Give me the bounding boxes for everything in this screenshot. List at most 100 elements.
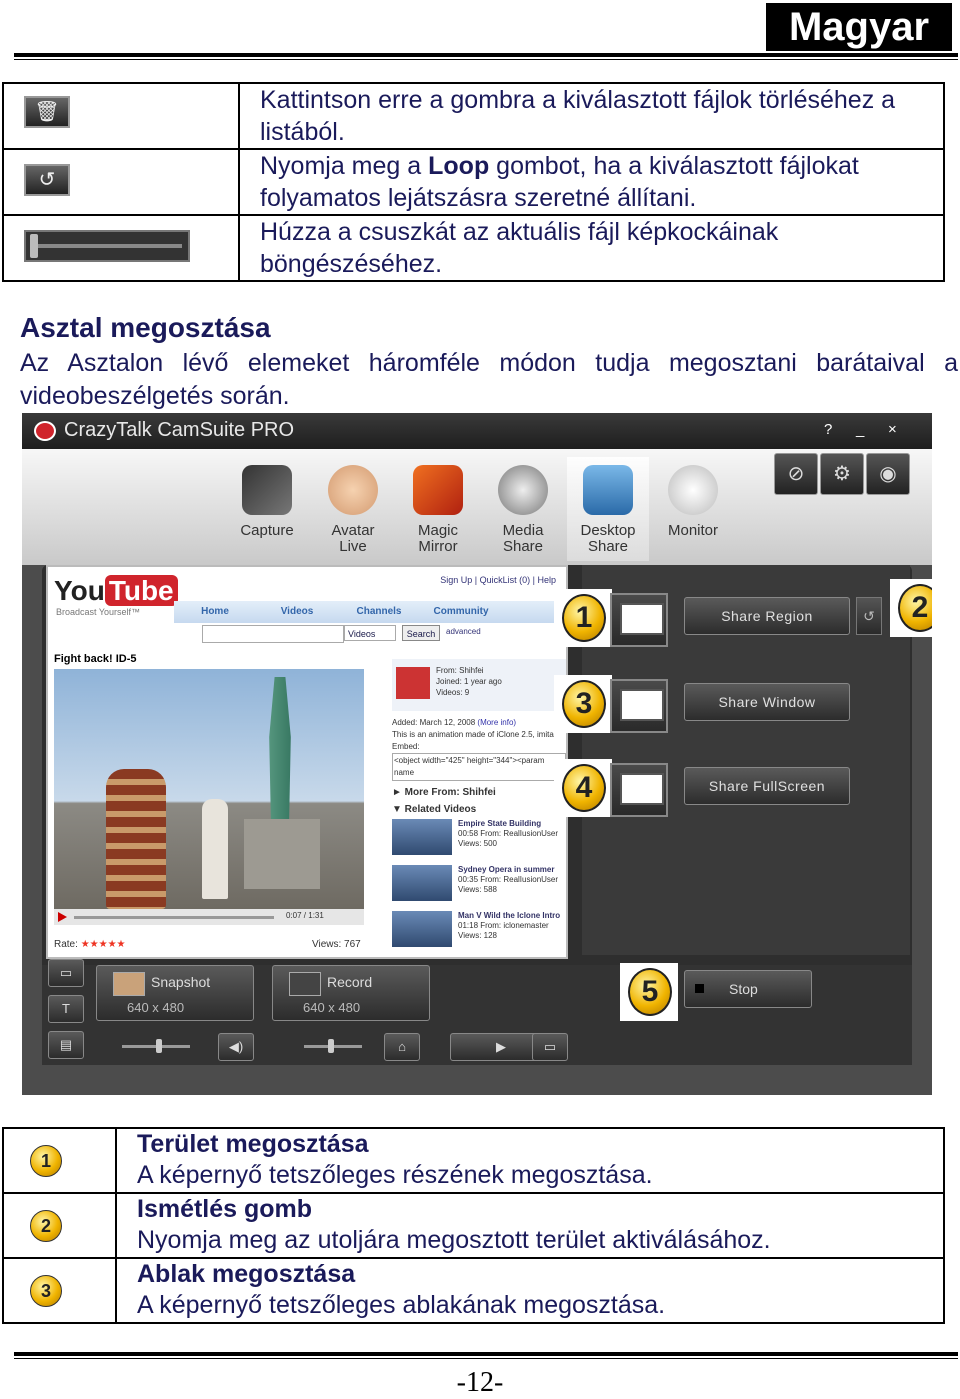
avatar-icon [328, 465, 378, 515]
video-sidebar: From: Shihfei Joined: 1 year ago Videos: 9… [392, 659, 566, 953]
tool-avatar-live[interactable]: Avatar Live [312, 457, 394, 561]
gear-icon[interactable]: ⚙ [820, 453, 864, 495]
search-input[interactable] [202, 625, 344, 643]
tool-label: Capture [240, 522, 294, 539]
nav-videos[interactable]: Videos [256, 601, 338, 623]
table-row: 3 Ablak megosztása A képernyő tetszőleges… [2, 1257, 945, 1324]
marker-3: 3 [562, 680, 606, 728]
share-region-button[interactable]: Share Region [684, 597, 850, 635]
marker-legend-table: 1 Terület megosztása A képernyő tetszőleg… [2, 1127, 945, 1324]
record-button[interactable]: Record 640 x 480 [272, 965, 430, 1021]
mask-icon [413, 465, 463, 515]
description: Terület megosztása A képernyő tetszőleges… [115, 1127, 945, 1194]
speaker-icon[interactable]: ◀) [218, 1033, 254, 1061]
minimize-button[interactable]: _ [856, 421, 864, 438]
video-controls: 0:07 / 1:31 [54, 909, 364, 925]
film-reel-icon [498, 465, 548, 515]
nav-channels[interactable]: Channels [338, 601, 420, 623]
icon-cell: ↺ [2, 148, 240, 216]
icon-cell: 2 [2, 1192, 117, 1259]
section-title: Asztal megosztása [20, 312, 271, 343]
tool-label: Monitor [667, 522, 719, 539]
controls-table: 🗑 Kattintson erre a gombra a kiválasztot… [2, 82, 945, 282]
statue-figure [269, 677, 291, 827]
loop-keyword: Loop [428, 152, 490, 180]
icon-cell: 1 [2, 1127, 117, 1194]
views-count: Views: 767 [312, 939, 361, 950]
tool-media-share[interactable]: Media Share [482, 457, 564, 561]
description: Ismétlés gomb Nyomja meg az utoljára mego… [115, 1192, 945, 1259]
volume-knob[interactable] [156, 1039, 162, 1053]
embed-field[interactable]: <object width="425" height="344"><param … [392, 753, 566, 781]
stop-button[interactable]: Stop [684, 970, 812, 1008]
search-button[interactable]: Search [402, 625, 440, 641]
mic-knob[interactable] [328, 1039, 334, 1053]
video-source-icon[interactable]: ▭ [48, 959, 84, 987]
icon-cell: 🗑 [2, 82, 240, 150]
gallery-icon[interactable]: ▤ [48, 1031, 84, 1059]
nav-home[interactable]: Home [174, 601, 256, 623]
audio-settings-icon[interactable]: ⌂ [384, 1033, 420, 1061]
tool-desktop-share[interactable]: Desktop Share [567, 457, 649, 561]
app-logo-icon [34, 421, 56, 441]
marker-1-icon: 1 [30, 1145, 62, 1177]
help-button[interactable]: ? [824, 421, 832, 438]
close-button[interactable]: × [888, 421, 897, 438]
text-tool-icon[interactable]: T [48, 995, 84, 1023]
desktop-icon [583, 465, 633, 515]
bottom-rule-thin [14, 1358, 958, 1359]
list-item[interactable]: Sydney Opera in summer 00:35 From: RealIu… [392, 865, 566, 907]
webcam-icon[interactable]: ◉ [866, 453, 910, 495]
stop-icon [695, 984, 704, 993]
youtube-tagline: Broadcast Yourself™ [56, 607, 141, 617]
man-figure [106, 769, 166, 909]
share-window-button[interactable]: Share Window [684, 683, 850, 721]
table-row: 2 Ismétlés gomb Nyomja meg az utoljára me… [2, 1192, 945, 1259]
tool-label: Desktop Share [580, 522, 636, 555]
no-camera-icon[interactable]: ⊘ [774, 453, 818, 495]
repeat-share-button[interactable]: ↺ [856, 597, 882, 635]
related-videos[interactable]: ▼ Related Videos [392, 804, 566, 815]
share-fullscreen-icon[interactable] [610, 763, 668, 817]
icon-cell [2, 214, 240, 282]
snapshot-button[interactable]: Snapshot 640 x 480 [96, 965, 254, 1021]
video-progress[interactable] [74, 916, 274, 919]
list-item[interactable]: Empire State Building 00:58 From: RealIus… [392, 819, 566, 861]
marker-4: 4 [562, 764, 606, 812]
rating: Rate: ★★★★★ [54, 939, 126, 950]
play-icon[interactable] [58, 912, 67, 922]
camera-icon [242, 465, 292, 515]
top-links[interactable]: Sign Up | QuickList (0) | Help [440, 575, 556, 585]
icon-cell: 3 [2, 1257, 117, 1324]
advanced-link[interactable]: advanced [446, 627, 481, 636]
share-window-icon[interactable] [610, 679, 668, 733]
marker-4-box: 4 [554, 759, 612, 817]
share-fullscreen-button[interactable]: Share FullScreen [684, 767, 850, 805]
marker-5-box: 5 [620, 963, 678, 1021]
table-row: 1 Terület megosztása A képernyő tetszőleg… [2, 1127, 945, 1194]
share-region-icon[interactable] [610, 593, 668, 647]
tool-monitor[interactable]: Monitor [652, 457, 734, 561]
trash-icon: 🗑 [24, 96, 70, 128]
more-from[interactable]: ► More From: Shihfei [392, 787, 566, 798]
snapshot-thumb [113, 972, 145, 996]
video-player[interactable] [54, 669, 364, 909]
search-category-select[interactable]: Videos [344, 625, 396, 641]
nav-community[interactable]: Community [420, 601, 502, 623]
youtube-nav: Home Videos Channels Community [174, 601, 554, 623]
top-rule [14, 53, 958, 57]
marker-1: 1 [562, 594, 606, 642]
stars-icon[interactable]: ★★★★★ [81, 939, 126, 950]
marker-5: 5 [628, 968, 672, 1016]
folder-icon[interactable]: ▭ [532, 1033, 568, 1061]
more-info-link[interactable]: (More info) [477, 718, 516, 727]
youtube-logo: You Tube [54, 575, 178, 607]
list-item[interactable]: Man V Wild the Iclone Intro 01:18 From: i… [392, 911, 566, 953]
table-row: 🗑 Kattintson erre a gombra a kiválasztot… [2, 82, 945, 150]
app-toolbar: Capture Avatar Live Magic Mirror Media Shar… [22, 449, 932, 565]
video-title: Fight back! ID-5 [54, 653, 137, 665]
tool-capture[interactable]: Capture [226, 457, 308, 561]
language-badge: Magyar [766, 3, 952, 51]
table-row: ↺ Nyomja meg a Loop gombot, ha a kiválas… [2, 148, 945, 216]
tool-magic-mirror[interactable]: Magic Mirror [397, 457, 479, 561]
